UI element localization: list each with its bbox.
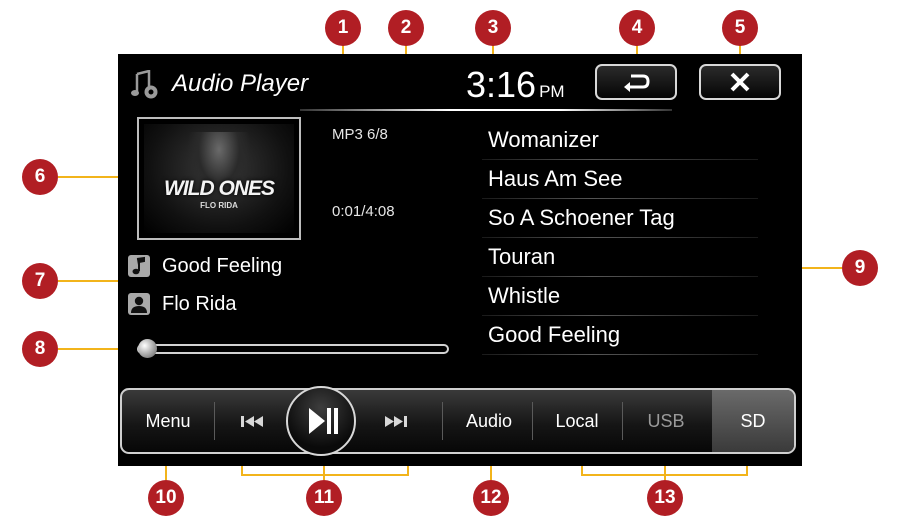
playlist-item-label: Whistle: [488, 283, 561, 308]
progress-track[interactable]: [137, 344, 449, 354]
skip-next-icon: [385, 416, 407, 427]
playlist-item-label: Womanizer: [488, 127, 599, 152]
track-time: 0:01/4:08: [332, 203, 395, 220]
playlist-item-label: Touran: [488, 244, 556, 269]
back-button[interactable]: [595, 64, 677, 100]
album-logo-subtext: FLO RIDA: [200, 201, 238, 210]
callout-badge-2: 2: [388, 10, 424, 46]
song-title: Good Feeling: [162, 255, 283, 277]
close-button[interactable]: [699, 64, 781, 100]
play-pause-icon: [309, 408, 338, 434]
playlist-item[interactable]: Haus Am See: [482, 166, 758, 205]
callout-line-11c: [241, 474, 409, 476]
source-local-button[interactable]: Local: [532, 390, 622, 452]
playlist-item-label: Haus Am See: [488, 166, 623, 191]
app-title: Audio Player: [172, 70, 309, 97]
playlist-item[interactable]: Touran: [482, 244, 758, 283]
clock-time: 3:16: [466, 64, 537, 105]
playlist-item-label: So A Schoener Tag: [488, 205, 675, 230]
play-pause-button[interactable]: [286, 386, 356, 456]
callout-badge-4: 4: [619, 10, 655, 46]
playlist-divider: [482, 276, 758, 277]
close-x-icon: [730, 72, 750, 92]
header-divider: [300, 109, 672, 111]
artist-name: Flo Rida: [162, 293, 237, 315]
clock: 3:16 PM: [466, 64, 565, 106]
callout-badge-6: 6: [22, 159, 58, 195]
callout-badge-3: 3: [475, 10, 511, 46]
bar-separator: [214, 402, 215, 440]
skip-previous-icon: [241, 416, 263, 427]
bottom-control-bar: Menu Audio Local USB SD: [120, 386, 796, 456]
playlist-item-label: Good Feeling: [488, 322, 621, 347]
audio-button[interactable]: Audio: [446, 390, 532, 452]
playlist-divider: [482, 354, 758, 355]
callout-badge-8: 8: [22, 331, 58, 367]
menu-button[interactable]: Menu: [122, 390, 214, 452]
playlist-divider: [482, 159, 758, 160]
callout-badge-13: 13: [647, 480, 683, 516]
callout-badge-10: 10: [148, 480, 184, 516]
playlist-item[interactable]: Good Feeling: [482, 322, 758, 361]
music-note-icon: [128, 255, 150, 277]
back-arrow-icon: [624, 74, 650, 92]
playlist-item[interactable]: So A Schoener Tag: [482, 205, 758, 244]
source-sd-button[interactable]: SD: [712, 390, 794, 452]
album-logo-text: WILD ONES: [164, 177, 275, 200]
callout-badge-12: 12: [473, 480, 509, 516]
playlist-divider: [482, 315, 758, 316]
album-art[interactable]: WILD ONES FLO RIDA: [144, 124, 294, 233]
source-usb-button[interactable]: USB: [622, 390, 710, 452]
track-format: MP3 6/8: [332, 126, 388, 143]
bar-separator: [442, 402, 443, 440]
playlist-divider: [482, 198, 758, 199]
prev-track-button[interactable]: [222, 390, 282, 452]
playlist-item[interactable]: Womanizer: [482, 127, 758, 166]
callout-badge-9: 9: [842, 250, 878, 286]
playlist-item[interactable]: Whistle: [482, 283, 758, 322]
callout-badge-1: 1: [325, 10, 361, 46]
clock-ampm: PM: [539, 82, 565, 101]
callout-badge-11: 11: [306, 480, 342, 516]
callout-badge-7: 7: [22, 263, 58, 299]
next-track-button[interactable]: [366, 390, 426, 452]
artist-icon: [128, 293, 150, 315]
playlist-divider: [482, 237, 758, 238]
music-settings-icon: [131, 69, 159, 100]
playlist: Womanizer Haus Am See So A Schoener Tag …: [482, 127, 758, 361]
callout-badge-5: 5: [722, 10, 758, 46]
